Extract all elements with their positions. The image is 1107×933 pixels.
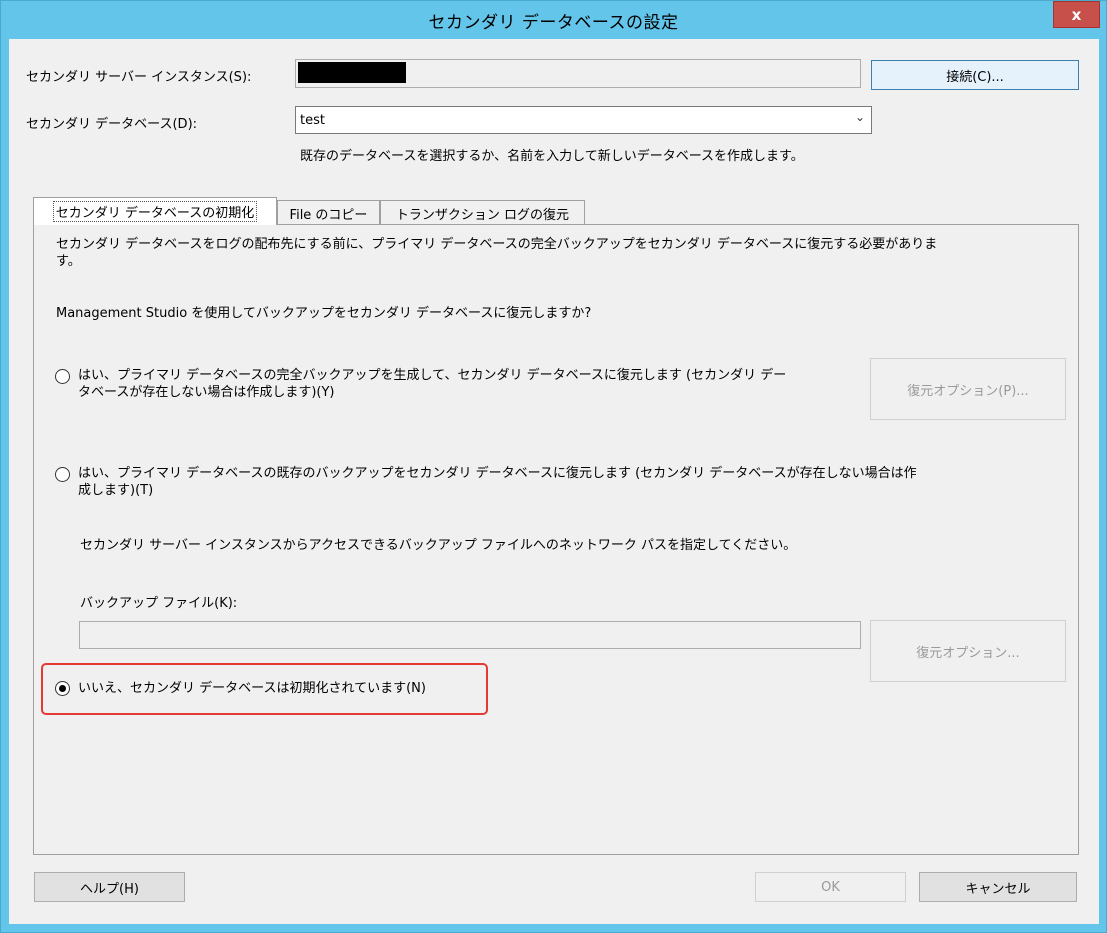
restore-options-p-button[interactable]: 復元オプション(P)... [870, 358, 1066, 420]
radio-no-initialize[interactable] [55, 681, 70, 696]
title-bar[interactable]: セカンダリ データベースの設定 x [1, 1, 1106, 39]
radio-existing-backup[interactable] [55, 467, 70, 482]
redacted-server-name [298, 62, 406, 83]
restore-options-label: 復元オプション... [916, 645, 1020, 661]
tab-panel-initialize: セカンダリ データベースをログの配布先にする前に、プライマリ データベースの完全… [33, 224, 1079, 855]
ok-button[interactable]: OK [755, 872, 906, 902]
secondary-database-label: セカンダリ データベース(D): [26, 117, 198, 132]
tab-transaction-log-restore[interactable]: トランザクション ログの復元 [380, 200, 585, 225]
tab-file-copy[interactable]: File のコピー [277, 200, 380, 225]
server-instance-label: セカンダリ サーバー インスタンス(S): [26, 70, 252, 85]
tab-initialize[interactable]: セカンダリ データベースの初期化 [33, 197, 277, 225]
option-no-initialize-label[interactable]: いいえ、セカンダリ データベースは初期化されています(N) [78, 680, 426, 697]
connect-button[interactable]: 接続(C)... [871, 60, 1079, 90]
backup-file-input[interactable] [79, 621, 861, 649]
backup-file-label: バックアップ ファイル(K): [80, 596, 238, 611]
tab-transaction-log-restore-label: トランザクション ログの復元 [395, 207, 570, 223]
option-full-backup-label[interactable]: はい、プライマリ データベースの完全バックアップを生成して、セカンダリ データベ… [78, 367, 868, 401]
network-path-hint: セカンダリ サーバー インスタンスからアクセスできるバックアップ ファイルへのネ… [80, 538, 797, 553]
connect-button-label: 接続(C)... [946, 69, 1004, 85]
dialog-window: セカンダリ データベースの設定 x セカンダリ サーバー インスタンス(S): … [0, 0, 1107, 933]
database-hint: 既存のデータベースを選択するか、名前を入力して新しいデータベースを作成します。 [300, 149, 804, 164]
ok-button-label: OK [821, 879, 840, 895]
cancel-button-label: キャンセル [965, 881, 1031, 897]
dialog-client-area: セカンダリ サーバー インスタンス(S): 接続(C)... セカンダリ データ… [9, 39, 1099, 924]
secondary-database-value: test [300, 112, 325, 128]
tab-file-copy-label: File のコピー [289, 207, 368, 223]
option-existing-backup-label[interactable]: はい、プライマリ データベースの既存のバックアップをセカンダリ データベースに復… [78, 465, 1058, 499]
window-title: セカンダリ データベースの設定 [428, 12, 679, 33]
question-text: Management Studio を使用してバックアップをセカンダリ データベ… [56, 306, 592, 321]
help-button-label: ヘルプ(H) [80, 881, 139, 897]
restore-options-p-label: 復元オプション(P)... [907, 383, 1029, 399]
radio-full-backup[interactable] [55, 369, 70, 384]
close-icon[interactable]: x [1053, 1, 1100, 28]
cancel-button[interactable]: キャンセル [919, 872, 1077, 902]
intro-text: セカンダリ データベースをログの配布先にする前に、プライマリ データベースの完全… [56, 237, 938, 269]
secondary-database-combo[interactable]: test ⌄ [295, 106, 872, 134]
chevron-down-icon[interactable]: ⌄ [855, 110, 865, 124]
server-instance-field [295, 59, 861, 88]
tab-initialize-label: セカンダリ データベースの初期化 [52, 201, 258, 222]
restore-options-button[interactable]: 復元オプション... [870, 620, 1066, 682]
help-button[interactable]: ヘルプ(H) [34, 872, 185, 902]
